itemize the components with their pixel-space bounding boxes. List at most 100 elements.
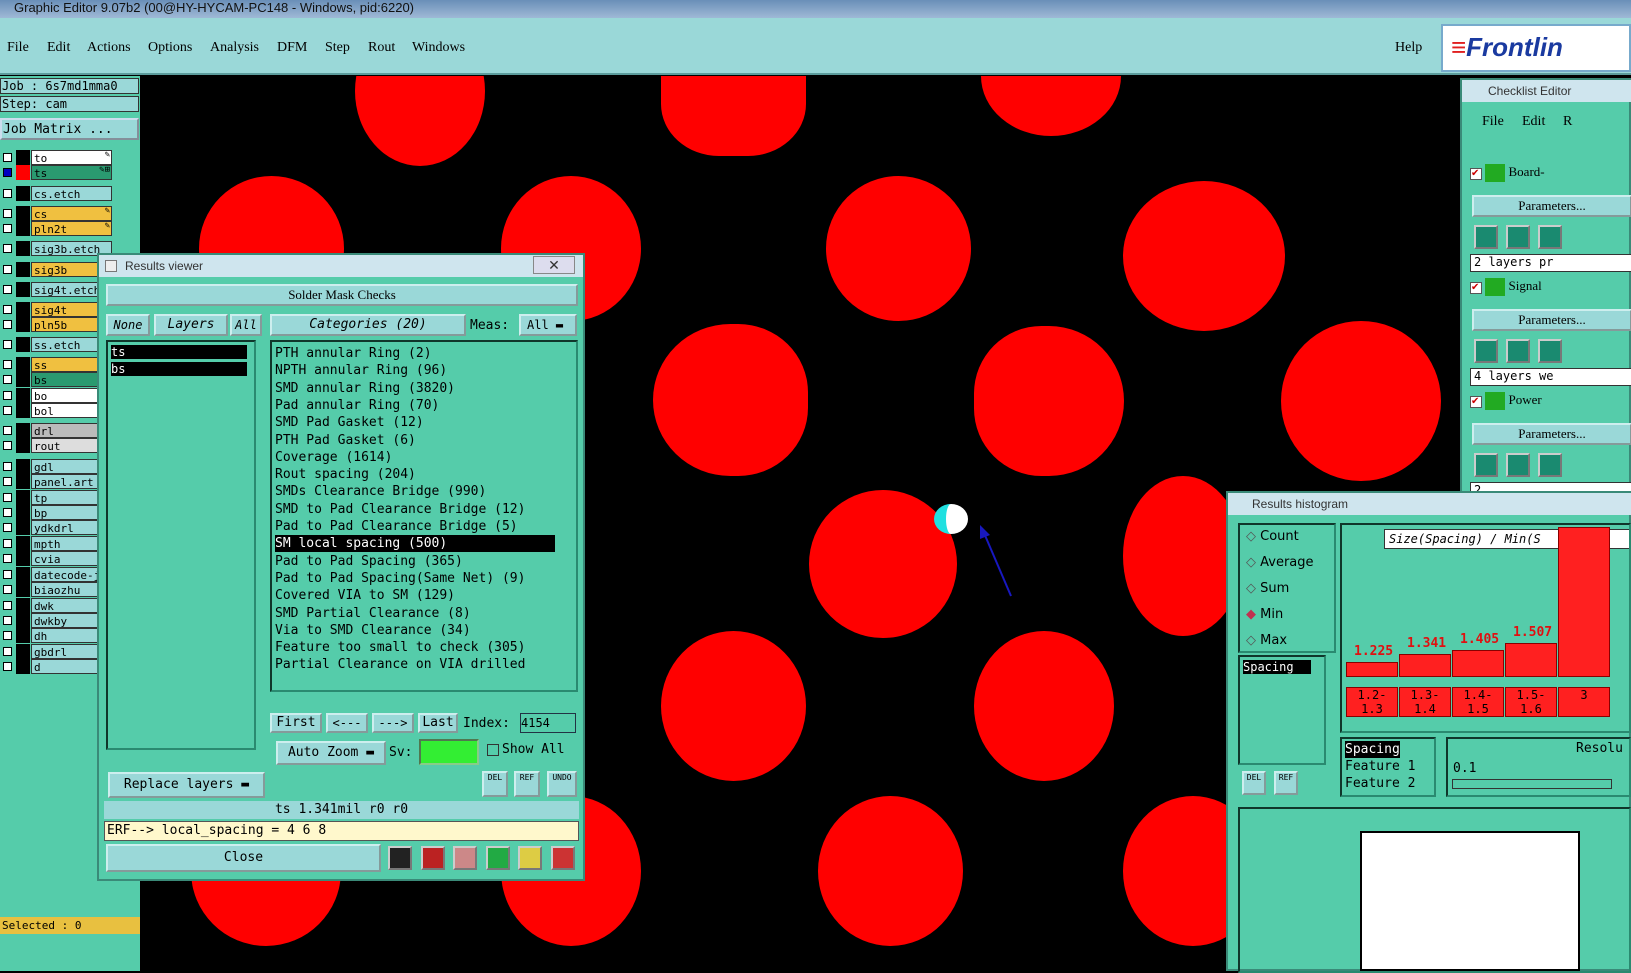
auto-zoom-select[interactable]: Auto Zoom ▬ xyxy=(276,741,386,765)
job-matrix-button[interactable]: Job Matrix ... xyxy=(0,118,139,140)
layer-row[interactable]: drl xyxy=(0,423,112,438)
layer-row[interactable]: ts ✎⊞ xyxy=(0,165,112,180)
menu-analysis[interactable]: Analysis xyxy=(210,40,259,56)
layer-checkbox[interactable] xyxy=(3,441,12,450)
feature-field[interactable]: Feature 2 xyxy=(1345,775,1415,792)
check-icon[interactable]: ✔ xyxy=(1470,282,1482,294)
mode-option[interactable]: ◇ Sum xyxy=(1246,581,1289,596)
tool-icon-4[interactable] xyxy=(486,846,510,870)
layer-checkbox[interactable] xyxy=(3,616,12,625)
category-item[interactable]: Partial Clearance on VIA drilled xyxy=(275,656,525,673)
radio-icon[interactable]: ◇ xyxy=(1246,529,1256,544)
resolution-slider[interactable] xyxy=(1452,779,1612,789)
category-item[interactable]: Coverage (1614) xyxy=(275,449,392,466)
layer-row[interactable]: cs ✎ xyxy=(0,206,112,221)
checklist-item-name[interactable]: Board- xyxy=(1509,164,1545,179)
category-list[interactable]: PTH annular Ring (2) NPTH annular Ring (9… xyxy=(270,340,578,692)
layer-checkbox[interactable] xyxy=(3,523,12,532)
layer-row[interactable]: ydkdrl xyxy=(0,520,112,535)
layer-row[interactable]: bol xyxy=(0,403,112,418)
run-icon[interactable] xyxy=(1506,225,1530,249)
histogram-bar[interactable] xyxy=(1505,643,1557,677)
layer-row[interactable]: datecode-j xyxy=(0,567,112,582)
hist-del-button[interactable]: DEL xyxy=(1242,771,1266,795)
check-icon[interactable]: ✔ xyxy=(1470,396,1482,408)
histogram-bar[interactable] xyxy=(1346,662,1398,677)
category-item[interactable]: Feature too small to check (305) xyxy=(275,639,525,656)
tool-icon-2[interactable] xyxy=(421,846,445,870)
none-button[interactable]: None xyxy=(106,314,150,336)
layer-name[interactable]: cs.etch xyxy=(31,186,112,201)
layer-row[interactable]: dh xyxy=(0,628,112,643)
category-item[interactable]: PTH annular Ring (2) xyxy=(275,345,432,362)
checklist-item[interactable]: ✔ Signal xyxy=(1470,278,1630,298)
run-icon[interactable] xyxy=(1474,453,1498,477)
checklist-item[interactable]: ✔ Power xyxy=(1470,392,1630,412)
parameters-button[interactable]: Parameters... xyxy=(1472,309,1631,331)
run-icon[interactable] xyxy=(1474,225,1498,249)
all-button[interactable]: All xyxy=(230,314,262,336)
menu-rout[interactable]: Rout xyxy=(368,40,395,56)
layer-checkbox[interactable] xyxy=(3,508,12,517)
parameters-button[interactable]: Parameters... xyxy=(1472,195,1631,217)
mode-option[interactable]: ◇ Count xyxy=(1246,529,1299,544)
category-item[interactable]: Pad to Pad Spacing(Same Net) (9) xyxy=(275,570,525,587)
layer-checkbox[interactable] xyxy=(3,244,12,253)
layer-checkbox[interactable] xyxy=(3,426,12,435)
layer-row[interactable]: sig3b.etch xyxy=(0,241,112,256)
layer-checkbox[interactable] xyxy=(3,539,12,548)
mode-option[interactable]: ◆ Min xyxy=(1246,607,1283,622)
menu-options[interactable]: Options xyxy=(148,40,192,56)
layer-checkbox[interactable] xyxy=(3,631,12,640)
layer-row[interactable]: bo xyxy=(0,388,112,403)
categories-button[interactable]: Categories (20) xyxy=(270,314,466,336)
category-item[interactable]: SMD Pad Gasket (12) xyxy=(275,414,424,431)
checklist-item-name[interactable]: Power xyxy=(1509,392,1542,407)
layer-row[interactable]: to ✎ xyxy=(0,150,112,165)
histogram-bar[interactable] xyxy=(1558,527,1610,677)
run-icon[interactable] xyxy=(1506,339,1530,363)
del-button[interactable]: DEL xyxy=(482,771,508,797)
layer-name[interactable]: pln2t xyxy=(31,221,112,236)
tool-icon-5[interactable] xyxy=(518,846,542,870)
layer-checkbox[interactable] xyxy=(3,647,12,656)
histogram-bar[interactable] xyxy=(1399,654,1451,677)
histogram-bar[interactable] xyxy=(1452,650,1504,677)
meas-select[interactable]: All ▬ xyxy=(519,314,577,336)
layer-row[interactable]: rout xyxy=(0,438,112,453)
category-item[interactable]: Pad to Pad Spacing (365) xyxy=(275,553,463,570)
layer-row[interactable]: gbdrl xyxy=(0,644,112,659)
layer-checkbox[interactable] xyxy=(3,462,12,471)
layer-item-bs[interactable]: bs xyxy=(111,362,247,376)
layer-checkbox[interactable] xyxy=(3,391,12,400)
parameters-button[interactable]: Parameters... xyxy=(1472,423,1631,445)
layer-checkbox[interactable] xyxy=(3,224,12,233)
category-item[interactable]: Pad to Pad Clearance Bridge (5) xyxy=(275,518,518,535)
layer-row[interactable]: dwkby xyxy=(0,613,112,628)
radio-icon[interactable]: ◆ xyxy=(1246,607,1256,622)
layer-checkbox[interactable] xyxy=(3,168,12,177)
layer-row[interactable]: cvia xyxy=(0,551,112,566)
layer-checkbox[interactable] xyxy=(3,570,12,579)
category-item[interactable]: SMD to Pad Clearance Bridge (12) xyxy=(275,501,525,518)
check-icon[interactable]: ✔ xyxy=(1470,168,1482,180)
checklist-menu-r[interactable]: R xyxy=(1563,114,1572,130)
replace-layers-select[interactable]: Replace layers ▬ xyxy=(108,772,265,798)
layer-row[interactable]: sig4t.etch xyxy=(0,282,112,297)
menu-actions[interactable]: Actions xyxy=(87,40,131,56)
layer-name[interactable]: to xyxy=(31,150,112,165)
tool-icon-1[interactable] xyxy=(388,846,412,870)
category-item[interactable]: SM local spacing (500) xyxy=(275,535,555,553)
mode-option[interactable]: ◇ Average xyxy=(1246,555,1314,570)
layer-checkbox[interactable] xyxy=(3,320,12,329)
layer-item-ts[interactable]: ts xyxy=(111,345,247,359)
layer-row[interactable]: pln2t ✎ xyxy=(0,221,112,236)
layer-checkbox[interactable] xyxy=(3,265,12,274)
run-icon[interactable] xyxy=(1538,225,1562,249)
layer-row[interactable]: bs xyxy=(0,372,112,387)
category-item[interactable]: Via to SMD Clearance (34) xyxy=(275,622,471,639)
first-button[interactable]: First xyxy=(270,713,322,733)
layer-row[interactable]: biaozhu xyxy=(0,582,112,597)
next-button[interactable]: ---> xyxy=(372,713,414,733)
radio-icon[interactable]: ◇ xyxy=(1246,633,1256,648)
